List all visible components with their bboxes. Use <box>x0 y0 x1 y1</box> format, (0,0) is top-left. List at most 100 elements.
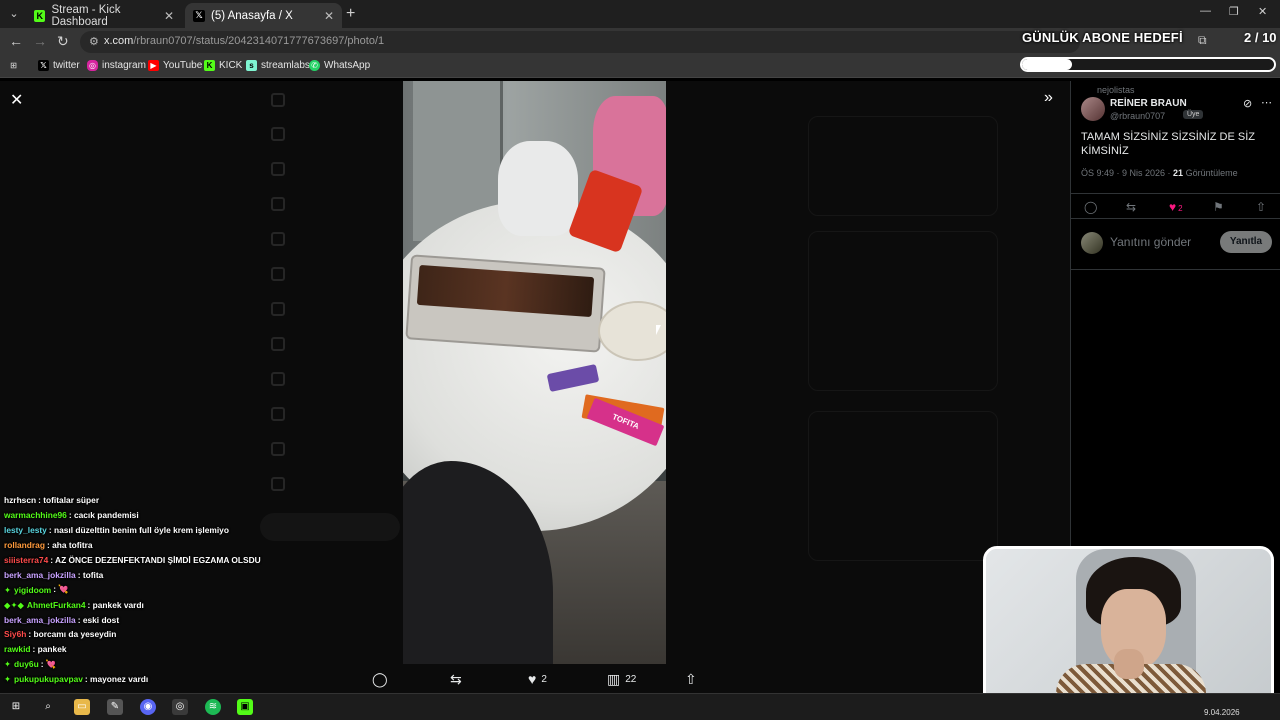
bookmark-streamlabs[interactable]: s streamlabs <box>246 60 310 71</box>
chat-username[interactable]: yigidoom <box>14 585 51 595</box>
follow-icon <box>271 232 285 246</box>
kick-studio-icon[interactable]: ▣ <box>237 699 253 715</box>
subscriber-goal-bar <box>1020 57 1276 72</box>
close-tab-icon[interactable]: ✕ <box>164 9 174 23</box>
reply-button[interactable]: Yanıtla <box>1220 231 1272 253</box>
tab-label: Stream - Kick Dashboard <box>51 3 121 28</box>
tab-x-home[interactable]: 𝕏 (5) Anasayfa / X ✕ <box>185 3 342 28</box>
chat-message: ◆✦◆ AhmetFurkan4: pankek vardı <box>4 597 304 612</box>
app-icon[interactable]: ✎ <box>107 699 123 715</box>
chat-username[interactable]: rollandrag <box>4 540 45 550</box>
spotify-icon[interactable]: ≋ <box>205 699 221 715</box>
reply-input[interactable]: Yanıtını gönder <box>1110 235 1191 249</box>
repost-icon[interactable]: ⇆ <box>1126 200 1136 214</box>
reply-icon[interactable]: ◯ <box>1084 200 1097 214</box>
chat-username[interactable]: pukupukupavpav <box>14 674 83 684</box>
chat-username[interactable]: duy6u <box>14 659 39 669</box>
expand-icon[interactable]: » <box>1044 89 1053 107</box>
close-window-icon[interactable]: ✕ <box>1258 5 1267 18</box>
chat-username[interactable]: AhmetFurkan4 <box>27 600 86 610</box>
bookmark-youtube[interactable]: ▶ YouTube <box>148 60 202 71</box>
chat-username[interactable]: hzrhscn <box>4 495 36 505</box>
extensions-icon[interactable]: ⧉ <box>1198 33 1207 48</box>
reply-icon: ◯ <box>372 671 388 687</box>
author-handle[interactable]: @rbraun0707 <box>1110 111 1165 121</box>
profile-icon <box>271 442 285 456</box>
bookmark-twitter[interactable]: 𝕏twitter <box>38 60 80 71</box>
heart-icon: ♥ <box>528 671 537 687</box>
webcam-overlay <box>983 546 1274 708</box>
like-button[interactable]: ♥ 2 <box>1169 200 1183 214</box>
chrome-icon[interactable]: ◎ <box>172 699 188 715</box>
subscriber-goal-title: GÜNLÜK ABONE HEDEFİ <box>1022 30 1183 45</box>
close-tab-icon[interactable]: ✕ <box>324 9 334 23</box>
chat-username[interactable]: lesty_lesty <box>4 525 47 535</box>
apps-icon[interactable]: ⊞ <box>8 60 23 71</box>
close-icon[interactable]: ✕ <box>10 90 23 110</box>
site-info-icon[interactable]: ⚙ <box>89 35 99 48</box>
chat-text: : 💘 <box>40 658 57 669</box>
subscriber-goal-fill <box>1022 59 1073 70</box>
chat-username[interactable]: berk_ama_jokzilla <box>4 570 76 580</box>
chat-username[interactable]: warmachhine96 <box>4 510 67 520</box>
chat-username[interactable]: Siy6h <box>4 629 26 639</box>
chat-text: : tofita <box>77 569 104 580</box>
chat-message: siiisterra74: AZ ÖNCE DEZENFEKTANDI ŞİMD… <box>4 553 304 568</box>
chat-badge-icon: ✦ <box>4 674 12 685</box>
chat-message: berk_ama_jokzilla: tofita <box>4 567 304 582</box>
bookmark-whatsapp[interactable]: ✆ WhatsApp <box>309 60 370 71</box>
youtube-icon: ▶ <box>148 60 159 71</box>
photo-like-button[interactable]: ♥ 2 <box>528 671 547 687</box>
who-to-follow-ghost <box>808 411 998 561</box>
chat-text: : pankek vardı <box>87 599 144 610</box>
address-bar[interactable]: ⚙ x.com/rbraun0707/status/20423140717776… <box>80 31 1080 53</box>
whatsapp-icon: ✆ <box>309 60 320 71</box>
chat-username[interactable]: siiisterra74 <box>4 555 48 565</box>
chat-badge-icon: ◆✦◆ <box>4 599 24 610</box>
chat-message: rawkid: pankek <box>4 642 304 657</box>
browser-tab-bar: ⌄ K Stream - Kick Dashboard ✕ 𝕏 (5) Anas… <box>0 0 1280 28</box>
search-icon[interactable]: ⌕ <box>40 699 56 715</box>
notifications-icon <box>271 197 285 211</box>
tab-kick-dashboard[interactable]: K Stream - Kick Dashboard ✕ <box>26 3 182 28</box>
author-name[interactable]: REİNER BRAUN <box>1110 98 1187 109</box>
bookmark-kick[interactable]: K KICK <box>204 60 242 71</box>
minimize-icon[interactable]: — <box>1200 5 1211 17</box>
chat-badge-icon: ✦ <box>4 584 12 595</box>
grok-icon[interactable]: ⊘ <box>1243 97 1252 110</box>
file-explorer-icon[interactable]: ▭ <box>74 699 90 715</box>
photo-reply-button[interactable]: ◯ <box>372 671 393 688</box>
kick-icon: K <box>204 60 215 71</box>
share-icon: ⇧ <box>685 671 697 687</box>
home-icon <box>271 127 285 141</box>
more-options-icon[interactable]: ⋯ <box>1261 96 1272 109</box>
restore-icon[interactable]: ❐ <box>1229 5 1239 18</box>
photo-share-button[interactable]: ⇧ <box>685 671 702 688</box>
chat-message: lesty_lesty: nasıl düzelttin benim full … <box>4 523 304 538</box>
author-avatar[interactable] <box>1081 97 1105 121</box>
new-tab-button[interactable]: + <box>346 5 355 23</box>
bookmark-icon[interactable]: ⚑ <box>1213 200 1224 214</box>
tweet-text: TAMAM SİZSİNİZ SİZSİNİZ DE SİZ KİMSİNİZ <box>1081 131 1255 157</box>
bookmark-instagram[interactable]: ◎ instagram <box>87 60 146 71</box>
tweet-photo[interactable]: TOFITA <box>403 81 666 664</box>
reposted-by[interactable]: nejolistas <box>1097 85 1135 95</box>
forward-icon[interactable]: → <box>33 33 47 49</box>
share-icon[interactable]: ⇧ <box>1256 200 1266 214</box>
tweet-actions: ◯ ⇆ ♥ 2 ⚑ ⇧ <box>1071 193 1280 219</box>
back-icon[interactable]: ← <box>9 33 23 49</box>
reload-icon[interactable]: ↻ <box>57 33 69 50</box>
chat-text: : 💘 <box>53 584 69 595</box>
chat-text: : eski dost <box>77 614 120 625</box>
tab-search-icon[interactable]: ⌄ <box>6 6 22 22</box>
chat-username[interactable]: berk_ama_jokzilla <box>4 615 76 625</box>
windows-start-icon[interactable]: ⊞ <box>8 699 24 715</box>
chat-message: Siy6h: borcamı da yeseydin <box>4 627 304 642</box>
user-avatar <box>1081 232 1103 254</box>
photo-repost-button[interactable]: ⇆ <box>450 671 467 688</box>
chat-username[interactable]: rawkid <box>4 644 31 654</box>
subscriber-goal-count: 2 / 10 <box>1244 30 1277 45</box>
photo-views-button[interactable]: ▥ 22 <box>607 671 636 688</box>
premium-card-ghost <box>808 116 998 216</box>
discord-icon[interactable]: ◉ <box>140 699 156 715</box>
